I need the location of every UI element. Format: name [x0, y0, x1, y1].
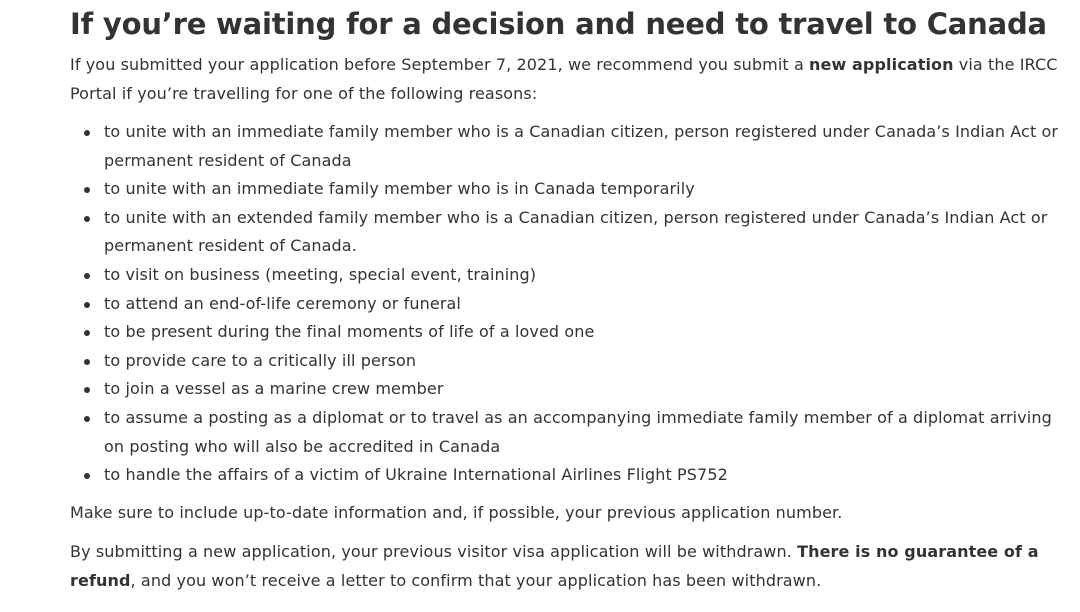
warning-text-start: By submitting a new application, your pr…	[70, 542, 798, 561]
list-item: to assume a posting as a diplomat or to …	[70, 404, 1065, 461]
reasons-list: to unite with an immediate family member…	[70, 118, 1065, 490]
list-item: to unite with an immediate family member…	[70, 118, 1065, 175]
bullet-icon	[84, 387, 90, 394]
page: If you’re waiting for a decision and nee…	[0, 0, 1080, 612]
bullet-icon	[84, 130, 90, 136]
intro-emphasis: new application	[809, 55, 954, 74]
note-paragraph: Make sure to include up-to-date informat…	[70, 503, 843, 522]
list-item-text: to attend an end-of-life ceremony or fun…	[104, 293, 461, 313]
bullet-icon	[84, 187, 90, 194]
warning-text-end: , and you won’t receive a letter to conf…	[130, 570, 822, 590]
list-item: to attend an end-of-life ceremony or fun…	[70, 290, 1065, 319]
bullet-icon	[84, 473, 90, 480]
list-item-text: to join a vessel as a marine crew member	[104, 379, 444, 399]
list-item: to unite with an extended family member …	[70, 204, 1065, 261]
page-heading: If you’re waiting for a decision and nee…	[70, 7, 1047, 41]
list-item: to join a vessel as a marine crew member	[70, 375, 1065, 404]
list-item-text: to be present during the final moments o…	[104, 322, 595, 342]
list-item-text: to handle the affairs of a victim of Ukr…	[104, 465, 728, 485]
list-item: to be present during the final moments o…	[70, 318, 1065, 347]
list-item-text: to unite with an immediate family member…	[104, 122, 1059, 170]
list-item: to provide care to a critically ill pers…	[70, 347, 1065, 376]
bullet-icon	[84, 215, 90, 222]
bullet-icon	[84, 358, 90, 365]
intro-paragraph: If you submitted your application before…	[70, 51, 1060, 108]
list-item: to handle the affairs of a victim of Ukr…	[70, 461, 1065, 490]
list-item-text: to visit on business (meeting, special e…	[104, 264, 537, 284]
list-item-text: to assume a posting as a diplomat or to …	[104, 407, 1052, 456]
list-item-text: to provide care to a critically ill pers…	[104, 350, 417, 370]
bullet-icon	[84, 272, 90, 279]
bullet-icon	[84, 415, 90, 422]
bullet-icon	[84, 301, 90, 308]
bullet-icon	[84, 330, 90, 337]
warning-paragraph: By submitting a new application, your pr…	[70, 538, 1060, 595]
list-item-text: to unite with an extended family member …	[104, 207, 1048, 256]
list-item: to unite with an immediate family member…	[70, 175, 1065, 204]
list-item-text: to unite with an immediate family member…	[104, 179, 695, 199]
list-item: to visit on business (meeting, special e…	[70, 261, 1065, 290]
intro-text-start: If you submitted your application before…	[70, 55, 810, 74]
